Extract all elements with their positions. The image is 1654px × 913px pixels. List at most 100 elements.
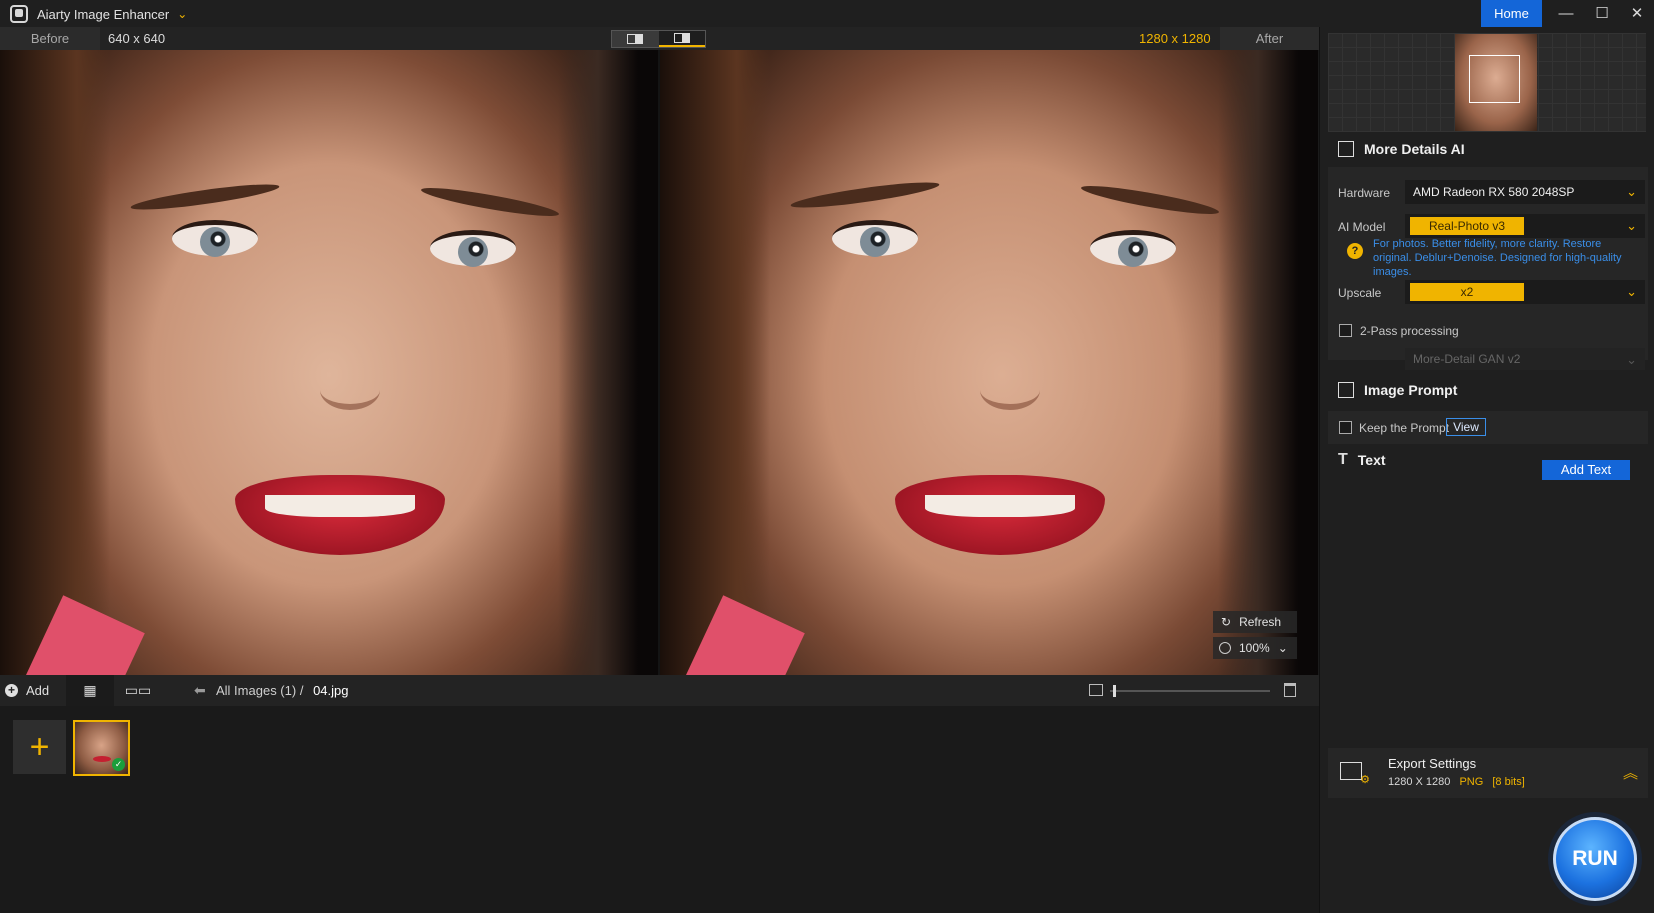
ai-model-value: Real-Photo v3 — [1410, 217, 1524, 235]
single-view-icon — [627, 34, 644, 44]
teeth — [925, 495, 1075, 517]
chevron-down-icon: ⌄ — [1626, 218, 1637, 233]
two-pass-checkbox[interactable] — [1339, 324, 1352, 337]
two-pass-model-value: More-Detail GAN v2 — [1413, 352, 1521, 366]
before-size: 640 x 640 — [108, 31, 166, 46]
strip-view-button[interactable]: ▭▭ — [121, 675, 155, 706]
grid-icon: ▦ — [83, 682, 97, 698]
navigator-preview[interactable] — [1328, 33, 1646, 132]
chevron-up-icon[interactable]: ︽ — [1623, 762, 1638, 783]
view-mode-toggle — [611, 30, 706, 48]
nose — [320, 370, 380, 410]
image-list-toolbar: + Add ▦ ▭▭ ⬅ All Images (1) / 04.jpg — [0, 675, 1319, 706]
upscale-select[interactable]: x2 ⌄ — [1405, 280, 1645, 304]
close-icon[interactable]: ✕ — [1620, 0, 1654, 26]
eye — [832, 220, 918, 257]
eye — [172, 220, 258, 257]
strip-icon: ▭▭ — [124, 682, 152, 698]
hair-shadow — [660, 50, 770, 675]
enhance-icon — [1338, 141, 1354, 157]
hardware-select[interactable]: AMD Radeon RX 580 2048SP ⌄ — [1405, 180, 1645, 204]
split-view-icon — [673, 33, 690, 43]
chevron-down-icon[interactable]: ⌄ — [1278, 641, 1288, 655]
minimize-icon[interactable]: — — [1549, 0, 1583, 26]
export-size: 1280 X 1280 — [1388, 776, 1451, 788]
image-thumbnail[interactable]: ✓ — [73, 720, 130, 776]
section-title: Text — [1357, 452, 1386, 468]
teeth — [265, 495, 415, 517]
export-format: PNG — [1459, 776, 1484, 788]
breadcrumb-file: 04.jpg — [313, 683, 349, 698]
view-prompt-button[interactable]: View — [1446, 418, 1486, 436]
keep-prompt-label: Keep the Prompt — [1359, 421, 1450, 435]
trash-icon[interactable] — [1284, 683, 1296, 697]
export-settings-card[interactable]: Export Settings 1280 X 1280 PNG [8 bits]… — [1328, 748, 1648, 798]
hardware-value: AMD Radeon RX 580 2048SP — [1413, 185, 1575, 199]
zoom-level: 100% — [1239, 641, 1270, 655]
navigator-viewport[interactable] — [1469, 55, 1520, 103]
breadcrumb-separator: / — [299, 683, 304, 698]
image-size-icon — [1089, 684, 1103, 696]
nose — [980, 370, 1040, 410]
before-tab[interactable]: Before — [0, 27, 100, 50]
two-pass-model-select: More-Detail GAN v2 ⌄ — [1405, 348, 1645, 370]
add-button[interactable]: + Add — [5, 675, 49, 706]
hair-shadow — [0, 50, 110, 675]
single-view-button[interactable] — [612, 31, 659, 47]
add-image-tile[interactable]: + — [13, 720, 66, 774]
plus-icon: + — [5, 684, 18, 697]
after-preview-image[interactable] — [660, 50, 1318, 675]
prompt-card: Keep the Prompt View — [1328, 411, 1648, 444]
maximize-icon[interactable]: ☐ — [1585, 0, 1619, 26]
two-pass-label: 2-Pass processing — [1360, 324, 1459, 338]
compare-header: Before 640 x 640 1280 x 1280 After — [0, 27, 1319, 50]
model-section-header: More Details AI — [1320, 134, 1654, 164]
hair-shadow — [1218, 50, 1318, 675]
back-arrow-icon[interactable]: ⬅ — [194, 675, 206, 706]
section-title: More Details AI — [1364, 141, 1465, 157]
home-button[interactable]: Home — [1481, 0, 1542, 27]
hair-shadow — [558, 50, 658, 675]
thumbnail-size-slider[interactable] — [1110, 690, 1270, 692]
breadcrumb: All Images (1) / 04.jpg — [216, 675, 349, 706]
zoom-icon — [1219, 642, 1231, 654]
upscale-label: Upscale — [1338, 286, 1382, 300]
run-button[interactable]: RUN — [1553, 817, 1637, 901]
model-settings-card: Hardware AMD Radeon RX 580 2048SP ⌄ AI M… — [1328, 167, 1648, 370]
thumbnail-strip: + ✓ — [0, 706, 1319, 913]
chevron-down-icon[interactable]: ⌄ — [177, 7, 187, 21]
ai-model-label: AI Model — [1338, 220, 1386, 234]
app-title: Aiarty Image Enhancer — [37, 6, 170, 22]
eye — [1090, 230, 1176, 267]
chevron-down-icon: ⌄ — [1626, 284, 1637, 299]
help-icon[interactable]: ? — [1347, 243, 1363, 259]
eye — [430, 230, 516, 267]
text-icon: T — [1338, 451, 1348, 468]
after-tab[interactable]: After — [1220, 27, 1319, 50]
hardware-label: Hardware — [1338, 186, 1391, 200]
before-preview-image[interactable] — [0, 50, 658, 675]
zoom-control[interactable]: 100% ⌄ — [1213, 637, 1297, 659]
ai-model-description: For photos. Better fidelity, more clarit… — [1373, 238, 1622, 278]
export-settings-icon — [1340, 762, 1370, 786]
breadcrumb-root[interactable]: All Images (1) — [216, 683, 296, 698]
chevron-down-icon: ⌄ — [1626, 352, 1637, 367]
split-view-button[interactable] — [658, 31, 705, 47]
title-bar: Aiarty Image Enhancer ⌄ Home — ☐ ✕ — [0, 0, 1654, 28]
upscale-value: x2 — [1410, 283, 1524, 301]
refresh-label: Refresh — [1239, 615, 1282, 629]
check-icon: ✓ — [112, 758, 125, 771]
export-info: 1280 X 1280 PNG [8 bits] — [1388, 776, 1525, 788]
export-title: Export Settings — [1388, 756, 1477, 771]
section-title: Image Prompt — [1364, 382, 1458, 398]
add-text-button[interactable]: Add Text — [1542, 460, 1630, 480]
chevron-down-icon: ⌄ — [1626, 184, 1637, 199]
keep-prompt-checkbox[interactable] — [1339, 421, 1352, 434]
ai-model-select[interactable]: Real-Photo v3 ⌄ — [1405, 214, 1645, 238]
refresh-icon: ↻ — [1221, 615, 1232, 629]
grid-view-button[interactable]: ▦ — [66, 675, 114, 706]
slider-handle[interactable] — [1113, 685, 1117, 697]
prompt-section-header: Image Prompt — [1320, 375, 1654, 405]
refresh-button[interactable]: ↻ Refresh — [1213, 611, 1297, 633]
app-logo-icon — [10, 5, 28, 23]
